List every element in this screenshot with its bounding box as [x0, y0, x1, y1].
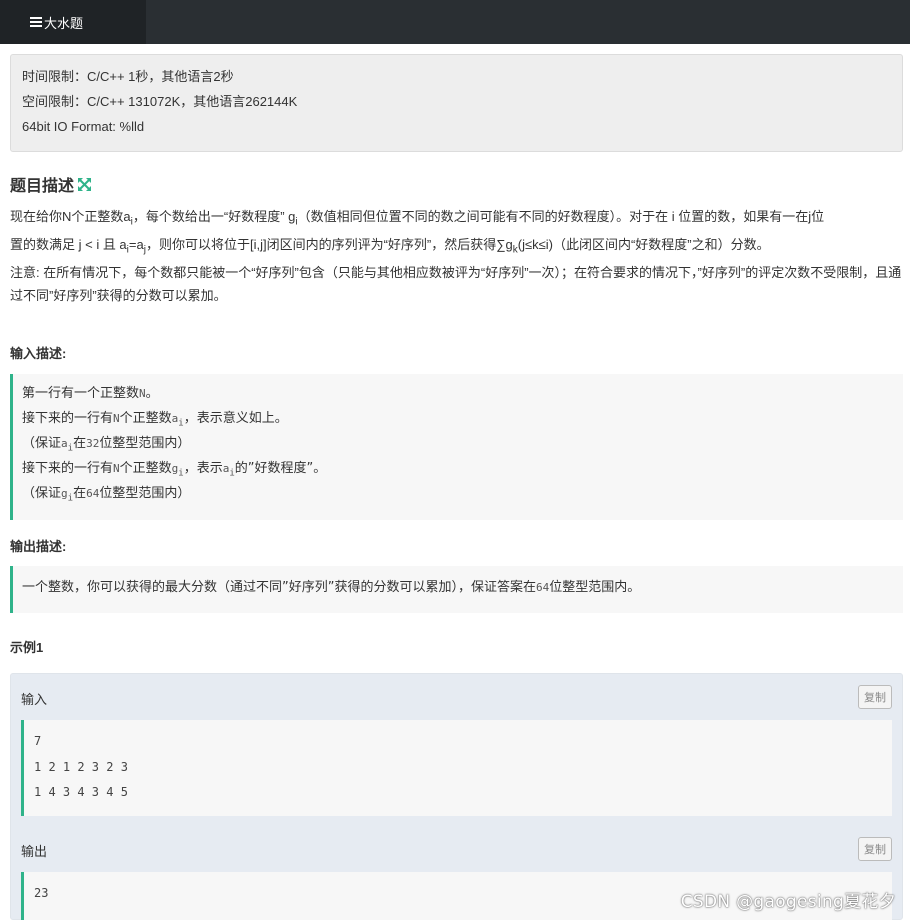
copy-input-button[interactable]: 复制: [858, 685, 892, 709]
input-desc-label: 输入描述:: [10, 346, 67, 361]
list-icon: [30, 17, 42, 27]
input-desc-line-1: 第一行有一个正整数N。: [22, 386, 159, 401]
input-desc-block: 第一行有一个正整数N。 接下来的一行有N个正整数ai，表示意义如上。 （保证ai…: [10, 374, 903, 520]
desc-note: 注意: 在所有情况下，每个数都只能被一个“好序列”包含（只能与其他相应数被评为“…: [10, 265, 902, 303]
desc-line-1: 现在给你N个正整数ai，每个数给出一“好数程度” gi（数值相同但位置不同的数之…: [10, 209, 825, 228]
example-input-line: 1 2 1 2 3 2 3: [34, 759, 128, 774]
output-desc-block: 一个整数，你可以获得的最大分数（通过不同”好序列”获得的分数可以累加），保证答案…: [10, 566, 903, 613]
problem-title-text: 题目描述: [10, 178, 75, 195]
example-box: 输入 复制 7 1 2 1 2 3 2 3 1 4 3 4 3 4 5 输出 复…: [10, 673, 903, 920]
input-desc-line-5: （保证gi在64位整型范围内）: [22, 486, 191, 504]
output-desc-label: 输出描述:: [10, 539, 67, 554]
example-title: 示例1: [10, 640, 44, 655]
input-desc-line-3: （保证ai在32位整型范围内）: [22, 436, 191, 454]
problem-description: 现在给你N个正整数ai，每个数给出一“好数程度” gi（数值相同但位置不同的数之…: [10, 206, 903, 307]
copy-output-button[interactable]: 复制: [858, 837, 892, 861]
limits-panel: 时间限制：C/C++ 1秒，其他语言2秒 空间限制：C/C++ 131072K，…: [10, 54, 903, 152]
example-output-label: 输出: [21, 844, 48, 859]
input-desc-line-2: 接下来的一行有N个正整数ai，表示意义如上。: [22, 411, 288, 429]
io-format: 64bit IO Format: %lld: [22, 119, 145, 134]
top-navbar: 大水题: [0, 0, 910, 44]
space-limit: 空间限制：C/C++ 131072K，其他语言262144K: [22, 94, 298, 109]
desc-line-2: 置的数满足 j < i 且 ai=aj，则你可以将位于[i,j]闭区间内的序列评…: [10, 237, 770, 256]
output-desc-line-1: 一个整数，你可以获得的最大分数（通过不同”好序列”获得的分数可以累加），保证答案…: [22, 580, 641, 595]
input-desc-line-4: 接下来的一行有N个正整数gi，表示ai的”好数程度”。: [22, 461, 327, 479]
example-input-label: 输入: [21, 692, 48, 707]
example-input-code: 7 1 2 1 2 3 2 3 1 4 3 4 3 4 5: [21, 720, 892, 816]
expand-icon[interactable]: [78, 177, 92, 191]
watermark: CSDN @gaogesing夏花夕: [680, 892, 896, 912]
time-limit: 时间限制：C/C++ 1秒，其他语言2秒: [22, 69, 234, 84]
example-input-line: 7: [34, 734, 42, 748]
tab-problem-label: 大水题: [44, 15, 84, 31]
tab-problem[interactable]: 大水题: [0, 0, 146, 44]
example-input-line: 1 4 3 4 3 4 5: [34, 785, 128, 799]
problem-title: 题目描述: [10, 172, 92, 196]
